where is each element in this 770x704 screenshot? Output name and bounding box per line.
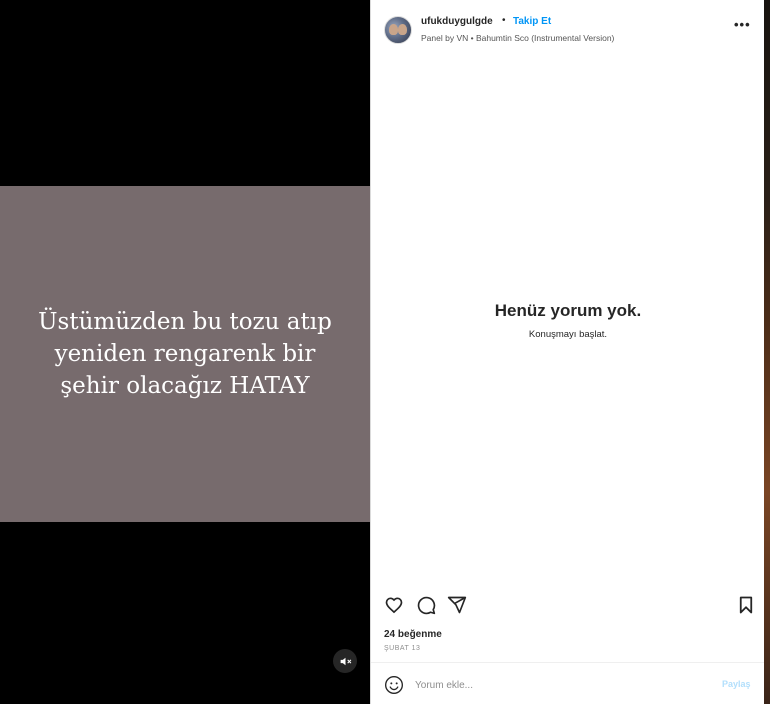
action-bar: [371, 593, 765, 619]
share-icon: [447, 596, 467, 614]
empty-comments-title: Henüz yorum yok.: [494, 301, 642, 320]
likes-count[interactable]: 24 beğenme: [384, 629, 442, 640]
share-button[interactable]: [445, 593, 469, 617]
like-button[interactable]: [382, 593, 406, 617]
emoji-button[interactable]: [384, 675, 404, 695]
post-date: ŞUBAT 13: [384, 645, 421, 652]
audio-subtitle[interactable]: Panel by VN • Bahumtin Sco (Instrumental…: [421, 33, 614, 43]
muted-speaker-icon: [340, 657, 351, 665]
background-edge: [764, 0, 770, 704]
save-button[interactable]: [734, 593, 758, 617]
comment-input[interactable]: [415, 676, 705, 694]
post-sidebar: ufukduygulgde • Takip Et Panel by VN • B…: [370, 0, 765, 704]
username-link[interactable]: ufukduygulgde: [421, 16, 493, 27]
post-media[interactable]: Üstümüzden bu tozu atıp yeniden rengaren…: [0, 0, 370, 704]
video-caption-text: Üstümüzden bu tozu atıp yeniden rengaren…: [38, 309, 332, 399]
video-frame[interactable]: Üstümüzden bu tozu atıp yeniden rengaren…: [0, 186, 370, 522]
avatar[interactable]: [384, 16, 412, 44]
more-options-icon[interactable]: •••: [734, 17, 751, 32]
bookmark-icon: [739, 596, 753, 614]
empty-comments-subtitle: Konuşmayı başlat.: [528, 329, 608, 340]
add-comment-row: Paylaş: [371, 663, 765, 704]
post-comment-button[interactable]: Paylaş: [722, 679, 751, 689]
separator-dot: •: [502, 15, 506, 26]
heart-icon: [385, 597, 403, 614]
follow-button[interactable]: Takip Et: [513, 16, 551, 27]
post-header: ufukduygulgde • Takip Et Panel by VN • B…: [371, 0, 765, 60]
comment-button[interactable]: [414, 593, 438, 617]
comment-icon: [417, 596, 436, 615]
emoji-icon: [385, 676, 403, 694]
mute-button[interactable]: [333, 649, 357, 673]
